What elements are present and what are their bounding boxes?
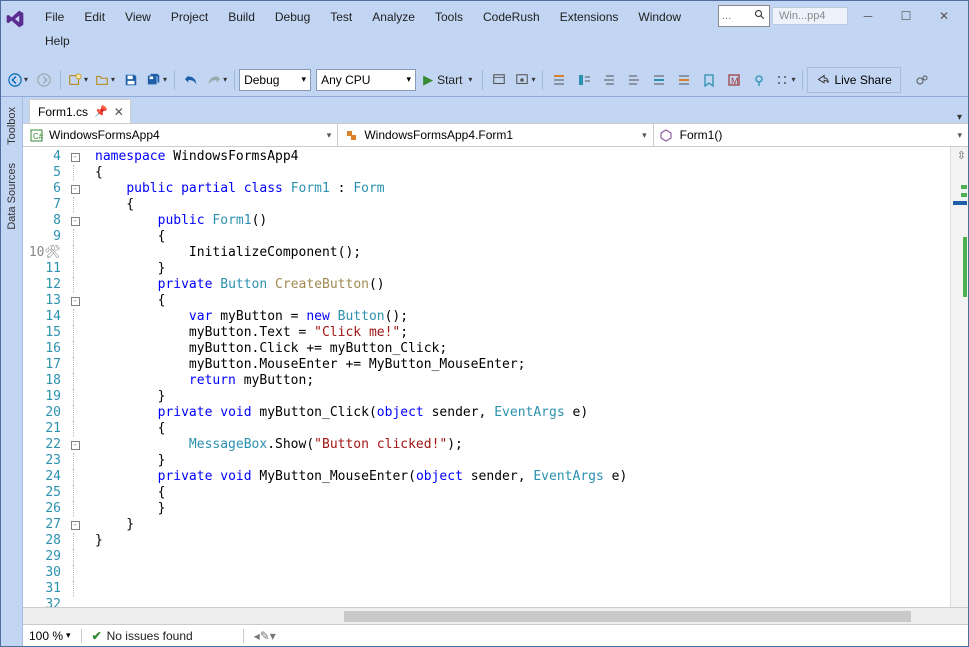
close-button[interactable]: ✕ <box>926 5 962 27</box>
navigation-bar: C# WindowsFormsApp4 ▾ WindowsFormsApp4.F… <box>23 123 968 147</box>
save-button[interactable] <box>119 67 143 93</box>
minimize-button[interactable]: ─ <box>850 5 886 27</box>
close-icon[interactable]: ✕ <box>114 105 124 119</box>
platform-combo[interactable]: Any CPU▾ <box>316 69 416 91</box>
menu-window[interactable]: Window <box>628 5 691 29</box>
live-share-button[interactable]: Live Share <box>807 67 900 93</box>
document-tab[interactable]: Form1.cs 📌 ✕ <box>29 99 131 123</box>
menu-view[interactable]: View <box>115 5 161 29</box>
feedback-button[interactable] <box>910 67 934 93</box>
vertical-scrollbar[interactable]: ⇳ <box>950 147 968 607</box>
play-icon: ▶ <box>423 72 433 88</box>
rail-tab-toolbox[interactable]: Toolbox <box>4 101 20 151</box>
document-tab-strip: Form1.cs 📌 ✕ ▾ <box>23 97 968 123</box>
titlebar: FileEditViewProjectBuildDebugTestAnalyze… <box>1 1 968 63</box>
main-toolbar: Debug▾ Any CPU▾ ▶Start M Live Share <box>1 63 968 97</box>
bookmark-button[interactable] <box>697 67 721 93</box>
issues-text: No issues found <box>107 629 193 643</box>
toolbar-btn-g1[interactable] <box>547 67 571 93</box>
code-editor[interactable]: 45678910🛠1112131415161718192021222324252… <box>23 147 968 607</box>
location-button[interactable] <box>747 67 771 93</box>
code-area[interactable]: namespace WindowsFormsApp4{ public parti… <box>83 147 950 607</box>
menu-test[interactable]: Test <box>320 5 362 29</box>
menu-debug[interactable]: Debug <box>265 5 320 29</box>
horizontal-scrollbar[interactable] <box>23 607 968 624</box>
indent-decrease-button[interactable] <box>597 67 621 93</box>
menu-project[interactable]: Project <box>161 5 218 29</box>
menu-extensions[interactable]: Extensions <box>550 5 629 29</box>
svg-text:M: M <box>731 76 739 86</box>
method-marker-button[interactable]: M <box>722 67 746 93</box>
left-tool-rail: Toolbox Data Sources <box>1 97 23 646</box>
toolbar-dotted-button[interactable] <box>772 67 798 93</box>
redo-button[interactable] <box>204 67 230 93</box>
menu-tools[interactable]: Tools <box>425 5 473 29</box>
nav-project-label: WindowsFormsApp4 <box>49 128 160 142</box>
new-project-button[interactable] <box>65 67 91 93</box>
line-number-gutter: 45678910🛠1112131415161718192021222324252… <box>23 147 67 607</box>
menu-analyze[interactable]: Analyze <box>362 5 425 29</box>
solution-name: Win...pp4 <box>772 7 848 25</box>
nav-member-combo[interactable]: Form1() ▾ <box>654 124 968 146</box>
method-icon <box>660 128 674 142</box>
issues-indicator[interactable]: ✔ No issues found <box>92 629 193 643</box>
visual-studio-icon <box>5 9 25 29</box>
zoom-combo[interactable]: 100 %▾ <box>29 629 71 643</box>
editor-footer: 100 %▾ ✔ No issues found ◂✎▾ <box>23 624 968 646</box>
configuration-combo[interactable]: Debug▾ <box>239 69 311 91</box>
outlining-margin[interactable]: ------ <box>67 147 83 607</box>
tab-overflow-button[interactable]: ▾ <box>957 112 968 123</box>
comment-button[interactable] <box>647 67 671 93</box>
pin-icon[interactable]: 📌 <box>94 105 108 118</box>
menu-help[interactable]: Help <box>35 29 80 53</box>
browser-link-button[interactable] <box>487 67 511 93</box>
share-icon <box>816 73 829 86</box>
split-icon[interactable]: ⇳ <box>957 149 966 162</box>
menu-bar: FileEditViewProjectBuildDebugTestAnalyze… <box>35 5 718 53</box>
nav-member-label: Form1() <box>680 128 723 142</box>
menu-edit[interactable]: Edit <box>74 5 115 29</box>
menu-file[interactable]: File <box>35 5 74 29</box>
class-icon <box>344 128 358 142</box>
search-input[interactable] <box>722 10 750 22</box>
open-file-button[interactable] <box>92 67 118 93</box>
nav-class-label: WindowsFormsApp4.Form1 <box>364 128 513 142</box>
check-icon: ✔ <box>92 629 102 643</box>
document-tab-label: Form1.cs <box>38 105 88 119</box>
menu-coderush[interactable]: CodeRush <box>473 5 550 29</box>
nav-back-button[interactable] <box>5 67 31 93</box>
undo-button[interactable] <box>179 67 203 93</box>
menu-build[interactable]: Build <box>218 5 265 29</box>
start-debug-button[interactable]: ▶Start <box>417 67 478 93</box>
nav-project-combo[interactable]: C# WindowsFormsApp4 ▾ <box>23 124 338 146</box>
browser-link-dropdown[interactable] <box>512 67 538 93</box>
nav-class-combo[interactable]: WindowsFormsApp4.Form1 ▾ <box>338 124 653 146</box>
save-all-button[interactable] <box>144 67 170 93</box>
toolbar-btn-g2[interactable] <box>572 67 596 93</box>
nav-forward-button[interactable] <box>32 67 56 93</box>
uncomment-button[interactable] <box>672 67 696 93</box>
csharp-project-icon: C# <box>29 128 43 142</box>
quick-launch-search[interactable] <box>718 5 770 27</box>
search-icon <box>754 9 766 24</box>
rail-tab-data-sources[interactable]: Data Sources <box>4 157 20 236</box>
tag-nav-icon[interactable]: ◂✎▾ <box>254 629 276 643</box>
maximize-button[interactable]: ☐ <box>888 5 924 27</box>
svg-text:C#: C# <box>33 132 43 141</box>
indent-increase-button[interactable] <box>622 67 646 93</box>
